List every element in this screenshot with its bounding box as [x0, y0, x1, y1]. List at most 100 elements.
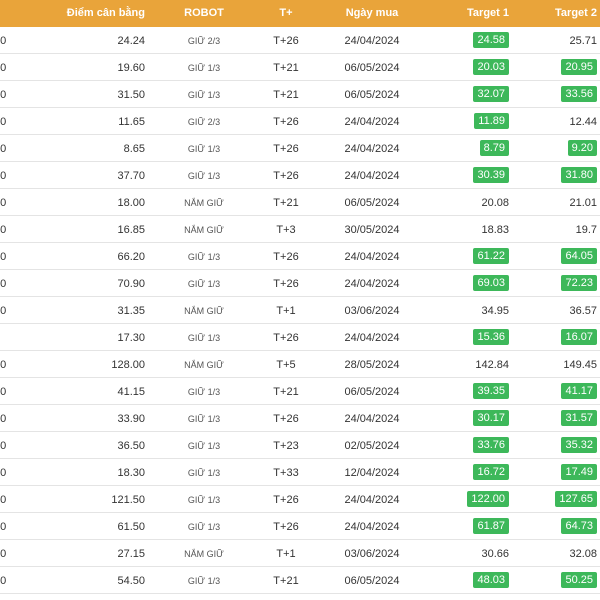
cell-ngay-mua: 06/05/2024 — [344, 62, 400, 74]
table-row[interactable]: 20 19.60 GIỮ 1/3 T+21 06/05/2024 20.03 20.95 — [0, 54, 600, 81]
stock-table: g Điểm cân bằng ROBOT T+ Ngày mua Target… — [0, 0, 600, 594]
cell-diem-can-bang: 70.90 — [117, 278, 145, 290]
cell-diem-can-bang: 31.50 — [117, 89, 145, 101]
cell-truncated: 30 — [0, 440, 7, 452]
cell-truncated: 60 — [0, 467, 7, 479]
table-row[interactable]: 40 41.15 GIỮ 1/3 T+21 06/05/2024 39.35 41.17 — [0, 378, 600, 405]
table-row[interactable]: 60 11.65 GIỮ 2/3 T+26 24/04/2024 11.89 12.44 — [0, 108, 600, 135]
cell-robot: GIỮ 1/3 — [187, 522, 221, 532]
cell-target-1: 30.17 — [473, 410, 509, 426]
cell-target-1: 24.58 — [473, 32, 509, 48]
table-row[interactable]: 80 66.20 GIỮ 1/3 T+26 24/04/2024 61.22 64.05 — [0, 243, 600, 270]
cell-ngay-mua: 30/05/2024 — [344, 224, 400, 236]
cell-truncated: 60 — [0, 116, 7, 128]
cell-ngay-mua: 06/05/2024 — [344, 575, 400, 587]
cell-diem-can-bang: 54.50 — [117, 575, 145, 587]
cell-diem-can-bang: 121.50 — [111, 494, 145, 506]
cell-target-2: 17.49 — [561, 464, 597, 480]
cell-target-2: 32.08 — [569, 548, 597, 560]
cell-target-1: 122.00 — [467, 491, 509, 507]
cell-target-1: 20.08 — [481, 197, 509, 209]
cell-ngay-mua: 24/04/2024 — [344, 278, 400, 290]
table-row[interactable]: 30 36.50 GIỮ 1/3 T+23 02/05/2024 33.76 35.32 — [0, 432, 600, 459]
cell-diem-can-bang: 31.35 — [117, 305, 145, 317]
cell-robot: GIỮ 1/3 — [187, 90, 221, 100]
cell-t-plus: T+33 — [273, 467, 299, 479]
cell-diem-can-bang: 36.50 — [117, 440, 145, 452]
cell-truncated: 40 — [0, 143, 7, 155]
cell-ngay-mua: 03/06/2024 — [344, 305, 400, 317]
cell-diem-can-bang: 24.24 — [117, 35, 145, 47]
table-row[interactable]: 40 33.90 GIỮ 1/3 T+26 24/04/2024 30.17 31.57 — [0, 405, 600, 432]
cell-target-1: 61.22 — [473, 248, 509, 264]
table-row[interactable]: 017.30GIỮ 1/3T+2624/04/202415.3616.07 — [0, 324, 600, 351]
cell-ngay-mua: 06/05/2024 — [344, 89, 400, 101]
cell-ngay-mua: 24/04/2024 — [344, 35, 400, 47]
table-row[interactable]: 30 121.50 GIỮ 1/3 T+26 24/04/2024 122.00 127.6… — [0, 486, 600, 513]
table-row[interactable]: 40 8.65 GIỮ 1/3 T+26 24/04/2024 8.79 9.20 — [0, 135, 600, 162]
table-row[interactable]: 70 54.50 GIỮ 1/3 T+21 06/05/2024 48.03 50.25 — [0, 567, 600, 594]
table-row[interactable]: 40 70.90 GIỮ 1/3 T+26 24/04/2024 69.03 72.23 — [0, 270, 600, 297]
cell-target-1: 8.79 — [479, 140, 509, 156]
cell-target-2: 25.71 — [569, 35, 597, 47]
cell-t-plus: T+1 — [276, 305, 296, 317]
table-row[interactable]: 60 18.30 GIỮ 1/3 T+33 12/04/2024 16.72 17.49 — [0, 459, 600, 486]
cell-t-plus: T+1 — [276, 548, 296, 560]
table-row[interactable]: 40 18.00 NẮM GIỮ T+21 06/05/2024 20.08 21.01 — [0, 189, 600, 216]
cell-diem-can-bang: 33.90 — [117, 413, 145, 425]
cell-t-plus: T+21 — [273, 89, 299, 101]
cell-diem-can-bang: 16.85 — [117, 224, 145, 236]
cell-ngay-mua: 06/05/2024 — [344, 197, 400, 209]
cell-ngay-mua: 12/04/2024 — [344, 467, 400, 479]
cell-ngay-mua: 24/04/2024 — [344, 332, 400, 344]
table-row[interactable]: 60 37.70 GIỮ 1/3 T+26 24/04/2024 30.39 31.80 — [0, 162, 600, 189]
cell-truncated: 40 — [0, 413, 7, 425]
cell-robot: NẮM GIỮ — [184, 306, 224, 316]
table-row[interactable]: 90 31.35 NẮM GIỮ T+1 03/06/2024 34.95 36.57 — [0, 297, 600, 324]
cell-truncated: 40 — [0, 386, 7, 398]
cell-target-1: 16.72 — [473, 464, 509, 480]
cell-robot: GIỮ 1/3 — [187, 468, 221, 478]
cell-robot: GIỮ 2/3 — [187, 117, 221, 127]
cell-truncated: 60 — [0, 521, 7, 533]
cell-truncated: 30 — [0, 224, 7, 236]
cell-target-2: 35.32 — [561, 437, 597, 453]
cell-target-2: 33.56 — [561, 86, 597, 102]
cell-target-2: 64.73 — [561, 518, 597, 534]
table-row[interactable]: 20 24.24 GIỮ 2/3 T+26 24/04/2024 24.58 25.71 — [0, 27, 600, 54]
cell-target-2: 50.25 — [561, 572, 597, 588]
header-diem-can-bang[interactable]: Điểm cân bằng — [67, 7, 145, 19]
cell-diem-can-bang: 66.20 — [117, 251, 145, 263]
cell-t-plus: T+26 — [273, 170, 299, 182]
cell-robot: GIỮ 1/3 — [187, 144, 221, 154]
cell-ngay-mua: 24/04/2024 — [344, 413, 400, 425]
header-t-plus[interactable]: T+ — [279, 7, 292, 19]
cell-t-plus: T+21 — [273, 575, 299, 587]
cell-target-2: 64.05 — [561, 248, 597, 264]
cell-truncated: 90 — [0, 305, 7, 317]
table-row[interactable]: 20 128.00 NẮM GIỮ T+5 28/05/2024 142.84 149.45 — [0, 351, 600, 378]
table-header: g Điểm cân bằng ROBOT T+ Ngày mua Target… — [0, 0, 600, 27]
cell-t-plus: T+26 — [273, 494, 299, 506]
header-robot[interactable]: ROBOT — [184, 7, 224, 19]
cell-diem-can-bang: 61.50 — [117, 521, 145, 533]
header-target-2[interactable]: Target 2 — [555, 7, 597, 19]
cell-robot: GIỮ 1/3 — [187, 279, 221, 289]
cell-diem-can-bang: 19.60 — [117, 62, 145, 74]
cell-target-2: 36.57 — [569, 305, 597, 317]
cell-ngay-mua: 24/04/2024 — [344, 116, 400, 128]
table-row[interactable]: 30 16.85 NẮM GIỮ T+3 30/05/2024 18.83 19.7 — [0, 216, 600, 243]
cell-target-2: 19.7 — [575, 224, 597, 236]
cell-target-1: 48.03 — [473, 572, 509, 588]
header-target-1[interactable]: Target 1 — [467, 7, 509, 19]
cell-t-plus: T+26 — [273, 35, 299, 47]
cell-target-2: 149.45 — [563, 359, 597, 371]
table-row[interactable]: 10 27.15 NẮM GIỮ T+1 03/06/2024 30.66 32.08 — [0, 540, 600, 567]
header-ngay-mua[interactable]: Ngày mua — [346, 7, 399, 19]
table-row[interactable]: 20 31.50 GIỮ 1/3 T+21 06/05/2024 32.07 33.56 — [0, 81, 600, 108]
cell-robot: GIỮ 1/3 — [187, 333, 221, 343]
table-row[interactable]: 60 61.50 GIỮ 1/3 T+26 24/04/2024 61.87 64.73 — [0, 513, 600, 540]
cell-robot: GIỮ 1/3 — [187, 171, 221, 181]
cell-truncated: 20 — [0, 62, 7, 74]
cell-target-1: 18.83 — [481, 224, 509, 236]
